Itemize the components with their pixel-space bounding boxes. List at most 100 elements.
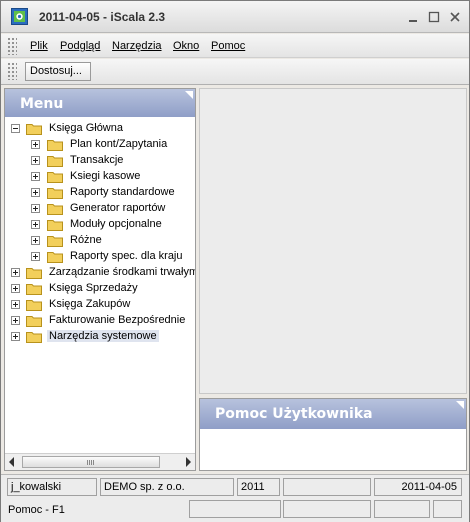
menu-plik[interactable]: Plik bbox=[30, 40, 48, 52]
window-title: 2011-04-05 - iScala 2.3 bbox=[39, 10, 166, 24]
expand-icon[interactable] bbox=[31, 204, 40, 213]
tree-item-plan-kont[interactable]: Plan kont/Zapytania bbox=[5, 137, 195, 153]
tree-item-ksiega-glowna[interactable]: Księga Główna bbox=[5, 121, 195, 137]
workspace-area bbox=[199, 88, 467, 394]
menu-tree: Księga Główna Plan kont/Zapytania Transa… bbox=[5, 119, 195, 451]
tree-item-transakcje[interactable]: Transakcje bbox=[5, 153, 195, 169]
folder-icon bbox=[47, 140, 63, 151]
expand-icon[interactable] bbox=[31, 188, 40, 197]
expand-icon[interactable] bbox=[11, 300, 20, 309]
horizontal-scrollbar[interactable] bbox=[5, 453, 195, 470]
tree-item-label: Różne bbox=[70, 234, 102, 246]
expand-icon[interactable] bbox=[11, 284, 20, 293]
app-window: 2011-04-05 - iScala 2.3 Plik Podgląd Nar… bbox=[0, 0, 470, 522]
panel-options-icon[interactable] bbox=[185, 91, 193, 99]
menu-panel-header: Menu bbox=[5, 89, 195, 117]
expand-icon[interactable] bbox=[31, 172, 40, 181]
tree-item-raporty-spec[interactable]: Raporty spec. dla kraju bbox=[5, 249, 195, 265]
menu-pomoc[interactable]: Pomoc bbox=[211, 40, 245, 52]
expand-icon[interactable] bbox=[31, 140, 40, 149]
tree-item-label: Ksiegi kasowe bbox=[70, 170, 141, 182]
menu-podglad[interactable]: Podgląd bbox=[60, 40, 100, 52]
tree-item-fakturowanie[interactable]: Fakturowanie Bezpośrednie bbox=[5, 313, 195, 329]
folder-icon bbox=[26, 268, 42, 279]
maximize-icon[interactable] bbox=[427, 10, 441, 24]
thumb-grip-icon bbox=[87, 460, 95, 465]
menu-narzedzia-label: Narzędzia bbox=[112, 40, 162, 52]
expand-icon[interactable] bbox=[31, 252, 40, 261]
tree-item-generator-raportow[interactable]: Generator raportów bbox=[5, 201, 195, 217]
status-year: 2011 bbox=[237, 478, 280, 496]
menu-plik-label: Plik bbox=[30, 40, 48, 52]
close-icon[interactable] bbox=[448, 10, 462, 24]
folder-icon bbox=[47, 220, 63, 231]
folder-icon bbox=[47, 204, 63, 215]
tree-item-ksiega-zakupow[interactable]: Księga Zakupów bbox=[5, 297, 195, 313]
collapse-icon[interactable] bbox=[11, 124, 20, 133]
expand-icon[interactable] bbox=[11, 332, 20, 341]
menu-okno[interactable]: Okno bbox=[173, 40, 199, 52]
customize-button[interactable]: Dostosuj... bbox=[25, 62, 91, 81]
folder-icon bbox=[47, 188, 63, 199]
tree-item-ksiegi-kasowe[interactable]: Ksiegi kasowe bbox=[5, 169, 195, 185]
expand-icon[interactable] bbox=[31, 220, 40, 229]
scrollbar-thumb[interactable] bbox=[22, 456, 160, 468]
title-bar: 2011-04-05 - iScala 2.3 bbox=[1, 1, 469, 33]
tree-item-label: Księga Zakupów bbox=[49, 298, 131, 310]
panel-options-icon[interactable] bbox=[456, 401, 464, 409]
tree-item-rozne[interactable]: Różne bbox=[5, 233, 195, 249]
tree-item-label: Raporty standardowe bbox=[70, 186, 175, 198]
tree-item-ksiega-sprzedazy[interactable]: Księga Sprzedaży bbox=[5, 281, 195, 297]
status-date: 2011-04-05 bbox=[374, 478, 462, 496]
menu-okno-label: Okno bbox=[173, 40, 200, 52]
tree-item-label: Plan kont/Zapytania bbox=[70, 138, 168, 150]
folder-icon bbox=[47, 156, 63, 167]
status-user: j_kowalski bbox=[7, 478, 97, 496]
toolbar: Dostosuj... bbox=[1, 59, 469, 85]
tree-item-moduly-opcjonalne[interactable]: Moduły opcjonalne bbox=[5, 217, 195, 233]
iscala-app-icon bbox=[11, 8, 28, 25]
menu-narzedzia[interactable]: Narzędzia bbox=[112, 40, 162, 52]
expand-icon[interactable] bbox=[11, 316, 20, 325]
folder-icon bbox=[26, 284, 42, 295]
tree-item-label: Generator raportów bbox=[70, 202, 166, 214]
menu-podglad-label: Podgląd bbox=[60, 40, 101, 52]
menu-panel-title: Menu bbox=[20, 96, 64, 112]
folder-icon bbox=[26, 332, 42, 343]
folder-icon bbox=[47, 236, 63, 247]
menubar-grip-handle[interactable] bbox=[7, 37, 17, 55]
scroll-left-icon[interactable] bbox=[9, 457, 14, 467]
tree-item-label: Narzędzia systemowe bbox=[47, 330, 159, 342]
tree-item-label: Zarządzanie środkami trwałymi bbox=[49, 266, 195, 278]
help-panel: Pomoc Użytkownika bbox=[199, 398, 467, 471]
status-empty-cell bbox=[283, 478, 371, 496]
menu-panel: Menu Księga Główna Plan kont/Zapytania T… bbox=[4, 88, 196, 471]
status-empty-cell bbox=[374, 500, 430, 518]
toolbar-grip-handle[interactable] bbox=[7, 62, 17, 80]
tree-item-narzedzia-systemowe[interactable]: Narzędzia systemowe bbox=[5, 329, 195, 345]
minimize-icon[interactable] bbox=[406, 10, 420, 24]
status-empty-cell bbox=[433, 500, 462, 518]
tree-item-raporty-standardowe[interactable]: Raporty standardowe bbox=[5, 185, 195, 201]
tree-item-label: Fakturowanie Bezpośrednie bbox=[49, 314, 186, 326]
scroll-right-icon[interactable] bbox=[186, 457, 191, 467]
tree-item-label: Moduły opcjonalne bbox=[70, 218, 162, 230]
help-panel-header: Pomoc Użytkownika bbox=[200, 399, 466, 429]
status-help-hint: Pomoc - F1 bbox=[8, 504, 65, 516]
status-empty-cell bbox=[189, 500, 281, 518]
help-panel-title: Pomoc Użytkownika bbox=[215, 406, 373, 422]
expand-icon[interactable] bbox=[31, 156, 40, 165]
tree-item-label: Księga Sprzedaży bbox=[49, 282, 138, 294]
tree-item-srodki-trwale[interactable]: Zarządzanie środkami trwałymi bbox=[5, 265, 195, 281]
folder-icon bbox=[47, 172, 63, 183]
expand-icon[interactable] bbox=[31, 236, 40, 245]
expand-icon[interactable] bbox=[11, 268, 20, 277]
status-empty-cell bbox=[283, 500, 371, 518]
folder-icon bbox=[47, 252, 63, 263]
tree-item-label: Transakcje bbox=[70, 154, 124, 166]
tree-item-label: Księga Główna bbox=[49, 122, 123, 134]
menu-pomoc-label: Pomoc bbox=[211, 40, 246, 52]
folder-icon bbox=[26, 124, 42, 135]
status-bar: j_kowalski DEMO sp. z o.o. 2011 2011-04-… bbox=[1, 474, 469, 522]
tree-item-label: Raporty spec. dla kraju bbox=[70, 250, 183, 262]
